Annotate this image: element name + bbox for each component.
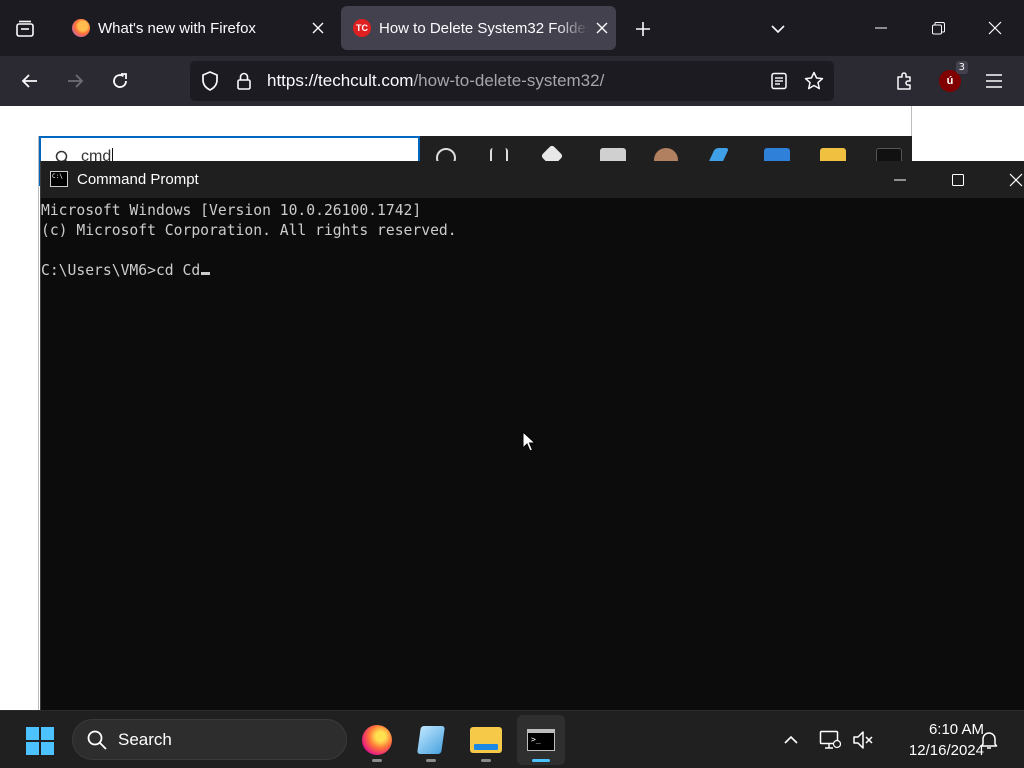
console-line: C:\Users\VM6>cd Cd xyxy=(41,262,201,279)
tab-close-button[interactable] xyxy=(304,14,332,42)
cmd-title-bar[interactable]: Command Prompt xyxy=(41,161,1024,198)
search-icon xyxy=(87,730,107,750)
browser-nav-toolbar: https://techcult.com/how-to-delete-syste… xyxy=(0,56,1024,106)
tab-whats-new-firefox[interactable]: What's new with Firefox xyxy=(60,6,332,50)
tracking-protection-button[interactable] xyxy=(198,69,222,93)
console-prompt-line: C:\Users\VM6>cd Cd xyxy=(41,261,1024,281)
tab-title: What's new with Firefox xyxy=(98,19,256,37)
running-indicator xyxy=(372,759,382,762)
techcult-favicon-icon: TC xyxy=(353,19,371,37)
close-icon xyxy=(312,22,324,34)
close-icon xyxy=(988,21,1002,35)
taskbar-app-notepad[interactable] xyxy=(407,715,455,765)
browser-restore-button[interactable] xyxy=(910,8,966,48)
new-tab-button[interactable] xyxy=(628,14,658,44)
volume-button[interactable] xyxy=(850,727,876,753)
taskbar-search-label: Search xyxy=(118,730,172,749)
chevron-down-icon xyxy=(771,25,785,34)
plus-icon xyxy=(636,22,650,36)
notepad-icon xyxy=(417,726,445,754)
close-icon xyxy=(1009,173,1023,186)
minimize-icon xyxy=(875,27,887,29)
page-divider xyxy=(38,136,39,710)
tab-delete-system32[interactable]: TC How to Delete System32 Folder xyxy=(341,6,616,50)
show-hidden-icons-button[interactable] xyxy=(778,727,804,753)
tab-title: How to Delete System32 Folder xyxy=(379,19,588,37)
browser-minimize-button[interactable] xyxy=(853,8,909,48)
url-path: /how-to-delete-system32/ xyxy=(413,71,605,90)
console-output[interactable]: Microsoft Windows [Version 10.0.26100.17… xyxy=(41,199,1024,710)
reader-view-button[interactable] xyxy=(767,69,791,93)
shield-icon xyxy=(202,71,218,91)
running-indicator xyxy=(481,759,491,762)
firefox-favicon-icon xyxy=(72,19,90,37)
windows-logo-icon xyxy=(26,727,54,755)
taskbar-clock[interactable]: 6:10 AM 12/16/2024 xyxy=(884,719,984,761)
taskbar-app-firefox[interactable] xyxy=(353,715,401,765)
chevron-up-icon xyxy=(784,735,798,744)
cmd-maximize-button[interactable] xyxy=(929,161,987,198)
restore-icon xyxy=(931,21,945,34)
url-text[interactable]: https://techcult.com/how-to-delete-syste… xyxy=(267,71,604,91)
console-line: (c) Microsoft Corporation. All rights re… xyxy=(41,222,457,239)
reload-icon xyxy=(113,73,127,88)
tab-close-button[interactable] xyxy=(588,14,616,42)
forward-button[interactable] xyxy=(59,65,91,97)
ublock-extension-button[interactable]: ú 3 xyxy=(934,61,968,97)
network-icon xyxy=(819,730,841,749)
maximize-icon xyxy=(952,173,964,186)
lock-icon xyxy=(237,72,251,90)
cmd-window-title: Command Prompt xyxy=(77,171,199,188)
extension-badge: 3 xyxy=(955,61,968,74)
command-prompt-window[interactable]: Command Prompt Microsoft Windows [Versio… xyxy=(40,161,1024,710)
running-indicator xyxy=(532,759,550,762)
puzzle-piece-icon xyxy=(897,72,911,90)
back-button[interactable] xyxy=(14,65,46,97)
start-button[interactable] xyxy=(22,723,58,759)
firefox-icon xyxy=(362,725,392,755)
bell-icon xyxy=(980,732,998,749)
site-info-button[interactable] xyxy=(232,69,256,93)
extensions-button[interactable] xyxy=(889,65,921,97)
url-domain: https://techcult.com xyxy=(267,71,414,90)
taskbar-app-command-prompt[interactable]: >_ xyxy=(517,715,565,765)
browser-tab-strip: What's new with Firefox TC How to Delete… xyxy=(0,0,1024,56)
network-button[interactable] xyxy=(817,727,843,753)
clock-date: 12/16/2024 xyxy=(908,742,984,759)
reader-view-icon xyxy=(771,72,787,90)
app-menu-button[interactable] xyxy=(978,65,1010,97)
console-line: Microsoft Windows [Version 10.0.26100.17… xyxy=(41,202,422,219)
arrow-right-icon xyxy=(68,74,84,88)
windows-taskbar: Search >_ 6:10 AM 12/16/2024 xyxy=(0,710,1024,768)
taskbar-search-box[interactable]: Search xyxy=(72,719,347,760)
firefox-view-icon xyxy=(16,20,34,37)
browser-close-button[interactable] xyxy=(967,8,1023,48)
cmd-close-button[interactable] xyxy=(987,161,1024,198)
desktop-screen: What's new with Firefox TC How to Delete… xyxy=(0,0,1024,768)
notifications-button[interactable] xyxy=(976,727,1002,753)
address-bar[interactable]: https://techcult.com/how-to-delete-syste… xyxy=(190,61,834,101)
bookmark-button[interactable] xyxy=(802,69,826,93)
clock-time: 6:10 AM xyxy=(928,721,984,738)
star-icon xyxy=(804,71,824,90)
close-icon xyxy=(596,22,608,34)
volume-muted-icon xyxy=(853,731,873,749)
list-all-tabs-button[interactable] xyxy=(763,14,793,44)
minimize-icon xyxy=(894,179,906,180)
command-prompt-icon xyxy=(50,171,68,187)
mouse-pointer-icon xyxy=(522,431,536,452)
firefox-view-button[interactable] xyxy=(10,14,40,44)
running-indicator xyxy=(426,759,436,762)
arrow-left-icon xyxy=(21,74,37,88)
command-prompt-icon: >_ xyxy=(527,729,555,751)
hamburger-menu-icon xyxy=(986,74,1002,88)
reload-button[interactable] xyxy=(104,65,136,97)
text-cursor xyxy=(201,272,211,275)
taskbar-app-file-explorer[interactable] xyxy=(462,715,510,765)
file-explorer-icon xyxy=(470,727,502,753)
cmd-minimize-button[interactable] xyxy=(871,161,929,198)
